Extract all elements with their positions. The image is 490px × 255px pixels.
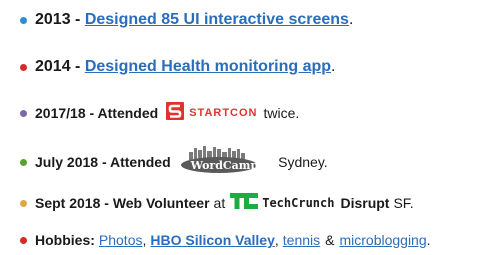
- item-year: 2013: [35, 11, 71, 28]
- startcon-logo-icon: [166, 102, 185, 124]
- ampersand: &: [325, 232, 335, 248]
- bullet-dot: [20, 199, 27, 207]
- item-lead: Sept 2018 - Web Volunteer: [35, 195, 210, 211]
- techcrunch-logo-icon: [230, 193, 259, 213]
- wordcamp-logo-text: WordCamp: [190, 159, 259, 172]
- timeline-item-hobbies: Hobbies: Photos , HBO Silicon Valley , t…: [20, 231, 431, 249]
- comma: ,: [142, 232, 147, 248]
- photos-link[interactable]: Photos: [99, 231, 143, 249]
- item-end: .: [348, 11, 354, 28]
- techcrunch-logo-text: TechCrunch: [262, 196, 335, 210]
- item-lead: 2017/18 - Attended: [35, 105, 159, 121]
- bullet-dot: [20, 63, 27, 71]
- health-app-link[interactable]: Designed Health monitoring app: [85, 58, 331, 76]
- techcrunch-logo: TechCrunch: [230, 193, 334, 213]
- item-at: at: [213, 195, 226, 211]
- item-end: .: [426, 232, 431, 248]
- tennis-link[interactable]: tennis: [283, 231, 320, 249]
- item-tail: twice.: [263, 105, 300, 121]
- ui-screens-link[interactable]: Designed 85 UI interactive screens: [85, 11, 349, 29]
- timeline-item-wordcamp: July 2018 - Attended WordCamp Sydney.: [20, 146, 328, 178]
- item-year: 2014: [35, 58, 71, 75]
- bullet-dot: [20, 236, 27, 244]
- timeline-item-2013: 2013 - Designed 85 UI interactive screen…: [20, 11, 353, 29]
- bullet-dot: [20, 16, 27, 24]
- item-separator: -: [70, 58, 85, 75]
- bullet-dot: [20, 158, 27, 166]
- comma: ,: [274, 232, 279, 248]
- item-tail: SF.: [393, 195, 414, 211]
- item-separator: -: [70, 11, 85, 28]
- item-tail: Sydney.: [278, 154, 328, 170]
- bullet-dot: [20, 109, 27, 117]
- startcon-logo: STARTCON: [166, 102, 257, 124]
- wordcamp-logo: WordCamp: [179, 146, 273, 178]
- item-end: .: [331, 58, 336, 75]
- item-lead: July 2018 - Attended: [35, 154, 171, 170]
- hobbies-label: Hobbies:: [35, 232, 95, 248]
- timeline-item-startcon: 2017/18 - Attended STARTCON twice.: [20, 102, 299, 124]
- microblogging-link[interactable]: microblogging: [339, 231, 426, 249]
- timeline-item-techcrunch: Sept 2018 - Web Volunteer at TechCrunch …: [20, 193, 414, 213]
- hbo-silicon-valley-link[interactable]: HBO Silicon Valley: [150, 231, 275, 249]
- timeline-item-2014: 2014 - Designed Health monitoring app .: [20, 58, 336, 76]
- startcon-logo-text: STARTCON: [189, 107, 258, 119]
- item-event: Disrupt: [340, 195, 390, 211]
